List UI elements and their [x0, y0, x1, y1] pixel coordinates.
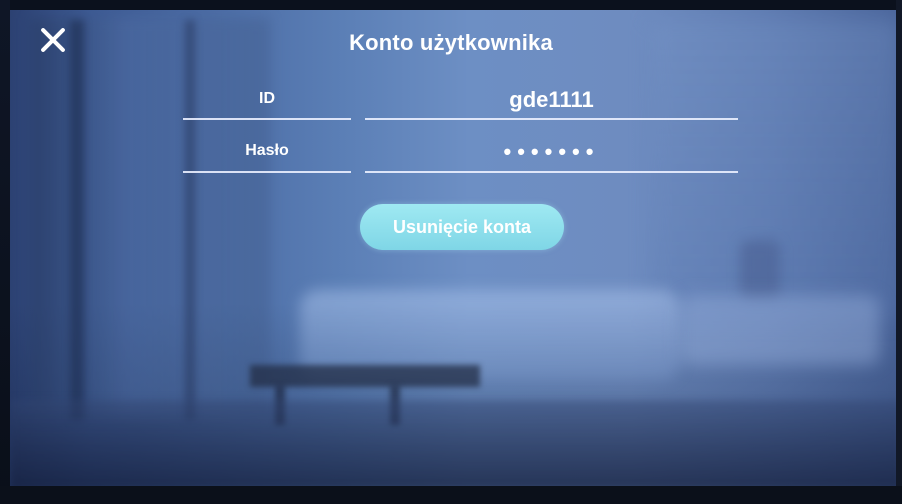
screen-bezel-bottom — [0, 486, 902, 504]
password-label: Hasło — [245, 142, 289, 159]
page-title: Konto użytkownika — [349, 30, 553, 55]
account-screen: Konto użytkownika ID gde1111 Hasło •••••… — [0, 0, 902, 504]
background-table-leg — [275, 385, 285, 425]
background-sofa — [300, 290, 680, 380]
id-label-underline — [183, 118, 351, 120]
background-table-leg — [390, 385, 400, 425]
screen-bezel-top — [0, 0, 902, 10]
id-field-underline — [365, 118, 738, 120]
background-window — [30, 18, 270, 418]
background-window-frame — [70, 20, 84, 420]
password-field[interactable]: ••••••• — [365, 139, 738, 165]
background-window-frame — [185, 20, 195, 420]
background-wall — [650, 20, 900, 320]
background-floor — [10, 400, 902, 490]
screen-bezel-right — [896, 0, 902, 504]
id-label: ID — [259, 90, 275, 107]
background-sofa-right — [680, 295, 880, 365]
delete-account-button[interactable]: Usunięcie konta — [360, 204, 564, 250]
password-field-underline — [365, 171, 738, 173]
screen-bezel-left — [0, 0, 10, 504]
background-vase — [740, 240, 780, 300]
id-field[interactable]: gde1111 — [365, 87, 738, 113]
password-label-underline — [183, 171, 351, 173]
background-table — [250, 365, 480, 387]
